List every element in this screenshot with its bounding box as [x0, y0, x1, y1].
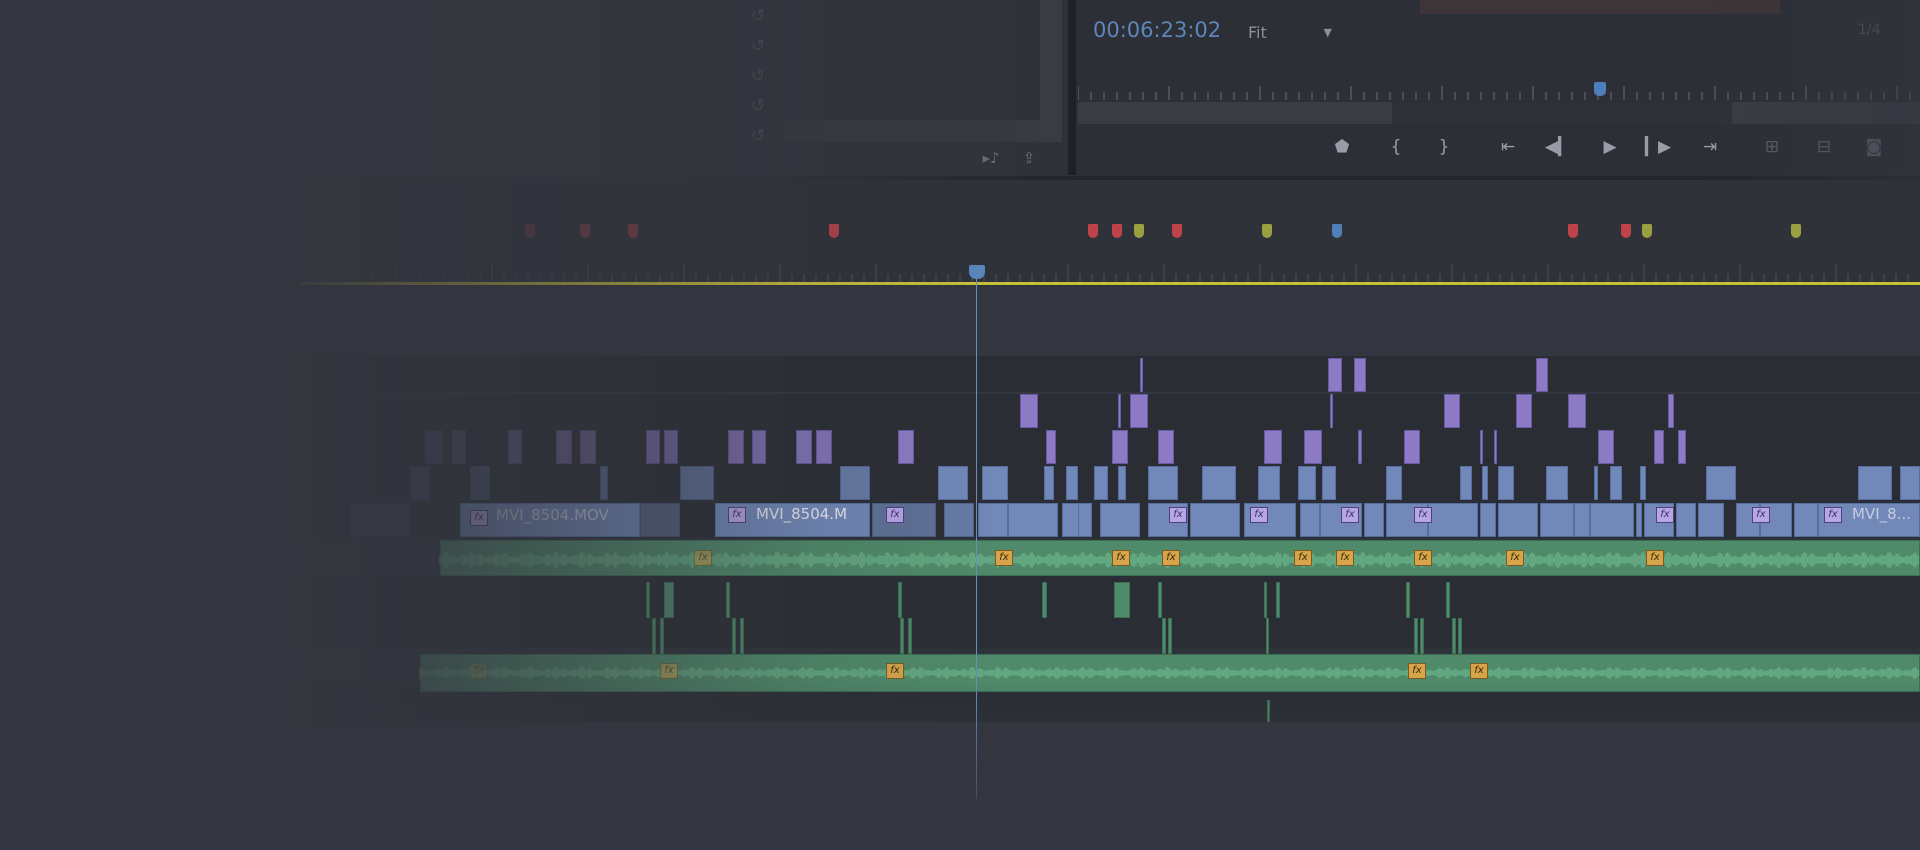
- waveforms: [419, 552, 1919, 679]
- fx-badge[interactable]: fx: [1656, 507, 1674, 523]
- fx-badge[interactable]: fx: [886, 507, 904, 523]
- timeline-playhead-line: [976, 279, 977, 799]
- fx-badge[interactable]: fx: [1752, 507, 1770, 523]
- fx-badge[interactable]: fx: [1162, 550, 1180, 566]
- fx-badge[interactable]: fx: [470, 663, 488, 679]
- timeline-playhead[interactable]: [969, 265, 985, 279]
- fx-badge[interactable]: fx: [1646, 550, 1664, 566]
- fx-badge[interactable]: fx: [1506, 550, 1524, 566]
- fx-badge[interactable]: fx: [1336, 550, 1354, 566]
- fx-badge[interactable]: fx: [886, 663, 904, 679]
- fx-badge[interactable]: fx: [1341, 507, 1359, 523]
- fx-badge[interactable]: fx: [1169, 507, 1187, 523]
- fx-badge[interactable]: fx: [1414, 507, 1432, 523]
- fx-badge[interactable]: fx: [1470, 663, 1488, 679]
- fx-badge[interactable]: fx: [1414, 550, 1432, 566]
- fx-badge[interactable]: fx: [694, 550, 712, 566]
- fx-badge[interactable]: fx: [1408, 663, 1426, 679]
- fx-badge[interactable]: fx: [995, 550, 1013, 566]
- fx-badge[interactable]: fx: [1294, 550, 1312, 566]
- fx-badge[interactable]: fx: [1250, 507, 1268, 523]
- fx-badge[interactable]: fx: [1112, 550, 1130, 566]
- timeline-zoom-scrollbar[interactable]: [600, 800, 1540, 818]
- fx-badge[interactable]: fx: [660, 663, 678, 679]
